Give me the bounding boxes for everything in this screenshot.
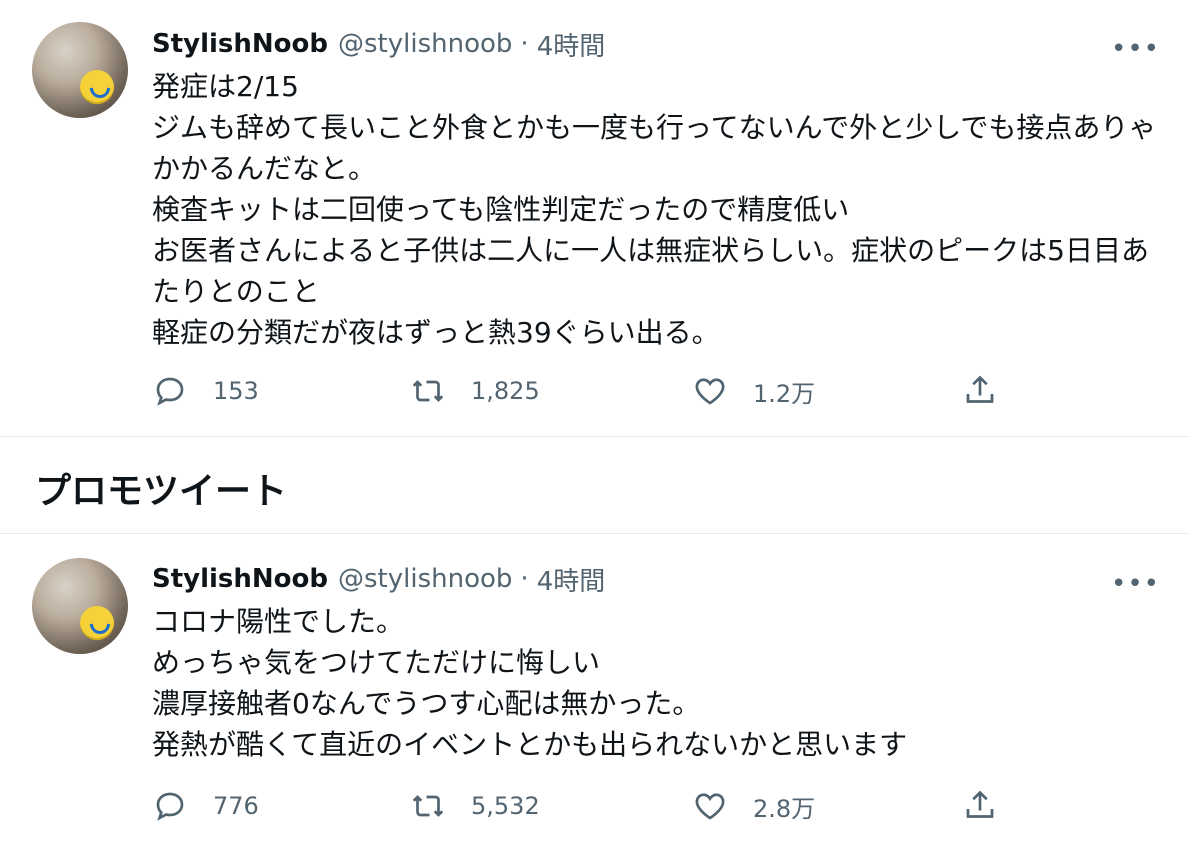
- smiley-badge-icon: [80, 70, 114, 104]
- share-icon: [966, 790, 994, 818]
- reply-button[interactable]: 776: [152, 788, 259, 824]
- tweet[interactable]: StylishNoob @stylishnoob · 4時間 ••• 発症は2/…: [0, 0, 1190, 437]
- like-count: 1.2万: [753, 379, 816, 408]
- tweet-actions: 153 1,825 1.2万: [152, 373, 1012, 413]
- promoted-tweet-heading: プロモツイート: [35, 471, 288, 512]
- retweet-icon: [412, 795, 444, 817]
- share-button[interactable]: [962, 788, 1023, 824]
- avatar[interactable]: [32, 22, 128, 118]
- like-count: 2.8万: [753, 794, 816, 823]
- author-name[interactable]: StylishNoob: [152, 29, 328, 59]
- more-icon[interactable]: •••: [1111, 569, 1160, 599]
- share-icon: [966, 375, 994, 403]
- tweet-text: 発症は2/15 ジムも辞めて長いこと外食とかも一度も行ってないんで外と少しでも接…: [152, 70, 1157, 349]
- author-name[interactable]: StylishNoob: [152, 564, 328, 594]
- reply-icon: [156, 792, 184, 821]
- retweet-icon: [412, 380, 444, 402]
- retweet-count: 1,825: [471, 377, 540, 405]
- divider: [0, 533, 1190, 534]
- author-handle[interactable]: @stylishnoob: [338, 29, 512, 59]
- timestamp[interactable]: 4時間: [537, 561, 606, 598]
- reply-icon: [156, 377, 184, 406]
- tweet-text: コロナ陽性でした。 めっちゃ気をつけてただけに悔しい 濃厚接触者0なんでうつす心…: [152, 605, 908, 761]
- more-icon[interactable]: •••: [1111, 34, 1160, 64]
- heart-icon: [695, 378, 725, 405]
- avatar[interactable]: [32, 558, 128, 654]
- like-button[interactable]: 1.2万: [692, 373, 815, 409]
- retweet-button[interactable]: 1,825: [410, 373, 540, 409]
- tweet[interactable]: StylishNoob @stylishnoob · 4時間 ••• コロナ陽性…: [0, 535, 1190, 846]
- tweet-actions: 776 5,532 2.8万: [152, 788, 1012, 828]
- smiley-badge-icon: [80, 606, 114, 640]
- reply-count: 776: [213, 792, 259, 820]
- tweet-header: StylishNoob @stylishnoob · 4時間: [152, 26, 605, 62]
- reply-count: 153: [213, 377, 259, 405]
- reply-button[interactable]: 153: [152, 373, 259, 409]
- timestamp[interactable]: 4時間: [537, 26, 606, 63]
- author-handle[interactable]: @stylishnoob: [338, 564, 512, 594]
- separator-dot: ·: [520, 564, 529, 594]
- heart-icon: [695, 793, 725, 820]
- retweet-count: 5,532: [471, 792, 540, 820]
- retweet-button[interactable]: 5,532: [410, 788, 540, 824]
- share-button[interactable]: [962, 373, 1023, 409]
- separator-dot: ·: [520, 29, 529, 59]
- tweet-header: StylishNoob @stylishnoob · 4時間: [152, 561, 605, 597]
- like-button[interactable]: 2.8万: [692, 788, 815, 824]
